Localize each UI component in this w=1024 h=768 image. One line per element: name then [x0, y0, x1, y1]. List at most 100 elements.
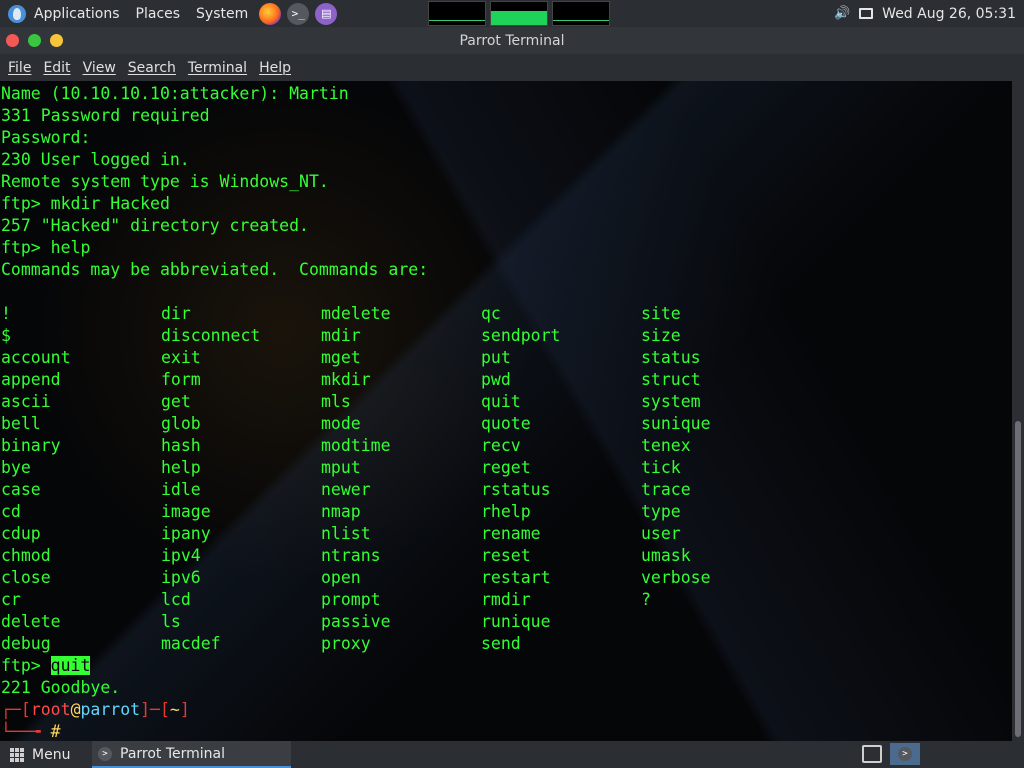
- terminal-scrollbar[interactable]: [1012, 81, 1024, 741]
- screen-icon[interactable]: [858, 7, 874, 21]
- ftp-command: send: [481, 634, 521, 653]
- window-title: Parrot Terminal: [459, 32, 565, 49]
- ftp-command: status: [641, 348, 701, 367]
- taskbar-label: Parrot Terminal: [120, 745, 226, 762]
- ftp-command: rename: [481, 524, 541, 543]
- ftp-command: umask: [641, 546, 691, 565]
- prompt-at: @: [70, 700, 81, 719]
- ftp-command: size: [641, 326, 681, 345]
- keyboard-icon[interactable]: [862, 745, 882, 763]
- menu-help[interactable]: Help: [253, 60, 297, 76]
- output-line: Remote system type is Windows_NT.: [1, 172, 329, 191]
- ftp-command: [641, 611, 801, 633]
- menu-terminal[interactable]: Terminal: [182, 60, 253, 76]
- memory-monitor-graph: [552, 1, 610, 26]
- ftp-prompt: ftp>: [1, 656, 51, 675]
- menu-edit[interactable]: Edit: [37, 60, 76, 76]
- menu-bar: File Edit View Search Terminal Help: [0, 54, 1024, 81]
- taskbar-parrot-terminal[interactable]: > Parrot Terminal: [92, 741, 291, 768]
- ftp-command: debug: [1, 634, 51, 653]
- ftp-command: lcd: [161, 590, 191, 609]
- ftp-command: rmdir: [481, 590, 531, 609]
- output-line: 257 "Hacked" directory created.: [1, 216, 309, 235]
- ftp-command: trace: [641, 480, 691, 499]
- maximize-window-button[interactable]: [50, 34, 63, 47]
- ftp-command: mget: [321, 348, 361, 367]
- ftp-command: open: [321, 568, 361, 587]
- ftp-command: ntrans: [321, 546, 381, 565]
- applications-label: Applications: [34, 5, 120, 22]
- workspace-terminal-icon[interactable]: >: [890, 743, 920, 765]
- ftp-command: modtime: [321, 436, 391, 455]
- ftp-command: bell: [1, 414, 41, 433]
- notes-icon[interactable]: ▤: [315, 2, 338, 25]
- ftp-command: delete: [1, 612, 61, 631]
- ftp-command: ipany: [161, 524, 211, 543]
- ftp-command: disconnect: [161, 326, 261, 345]
- ftp-command: append: [1, 370, 61, 389]
- ftp-command: ?: [641, 590, 651, 609]
- system-label: System: [196, 5, 249, 22]
- prompt-mid: ]─[: [140, 700, 170, 719]
- output-line: ftp> help: [1, 238, 91, 257]
- ftp-command: cr: [1, 590, 21, 609]
- ftp-command: form: [161, 370, 201, 389]
- clock[interactable]: Wed Aug 26, 05:31: [882, 6, 1016, 22]
- close-window-button[interactable]: [6, 34, 19, 47]
- goodbye-line: 221 Goodbye.: [1, 678, 121, 697]
- menu-view[interactable]: View: [77, 60, 122, 76]
- ftp-command: restart: [481, 568, 551, 587]
- system-menu[interactable]: System: [188, 0, 256, 27]
- ftp-command: put: [481, 348, 511, 367]
- workspace-terminal-glyph: >: [898, 747, 912, 761]
- ftp-command: !: [1, 304, 11, 323]
- shell-prompt-line-1: ┌─[root@parrot]─[~]: [1, 699, 801, 721]
- ftp-command: mput: [321, 458, 361, 477]
- ftp-command: sendport: [481, 326, 561, 345]
- ftp-command: macdef: [161, 634, 221, 653]
- ftp-command: chmod: [1, 546, 51, 565]
- ftp-command: ipv6: [161, 568, 201, 587]
- terminal-task-icon: >: [98, 746, 112, 761]
- selected-quit-command[interactable]: quit: [50, 656, 91, 675]
- network-monitor-graph: [490, 1, 548, 26]
- menu-search[interactable]: Search: [122, 60, 182, 76]
- ftp-command: quit: [481, 392, 521, 411]
- applications-menu[interactable]: Applications: [0, 0, 128, 27]
- prompt-open: ┌─[: [1, 700, 31, 719]
- volume-icon[interactable]: 🔊: [834, 6, 850, 21]
- ftp-command: prompt: [321, 590, 381, 609]
- minimize-window-button[interactable]: [28, 34, 41, 47]
- ftp-command: cdup: [1, 524, 41, 543]
- shell-prompt-line-2[interactable]: └──╼ #: [1, 721, 801, 741]
- menu-file[interactable]: File: [2, 60, 37, 76]
- quit-line: ftp> quit: [1, 655, 801, 677]
- output-line: ftp> mkdir Hacked: [1, 194, 170, 213]
- ftp-command: $: [1, 326, 11, 345]
- scrollbar-thumb[interactable]: [1015, 421, 1021, 737]
- top-panel: Applications Places System >_ ▤ 🔊 Wed Au…: [0, 0, 1024, 27]
- places-menu[interactable]: Places: [128, 0, 189, 27]
- ftp-command: qc: [481, 304, 501, 323]
- terminal-launcher-icon[interactable]: >_: [287, 2, 310, 25]
- ftp-command: struct: [641, 370, 701, 389]
- ftp-command: recv: [481, 436, 521, 455]
- ftp-command: bye: [1, 458, 31, 477]
- window-titlebar[interactable]: Parrot Terminal: [0, 27, 1024, 54]
- output-lines: Name (10.10.10.10:attacker): Martin 331 P…: [1, 83, 801, 303]
- menu-grid-icon[interactable]: [10, 747, 24, 762]
- ftp-command: proxy: [321, 634, 371, 653]
- output-line: Password:: [1, 128, 91, 147]
- parrot-logo-icon: [8, 4, 26, 23]
- prompt-dir: ~: [169, 700, 180, 719]
- output-line: 230 User logged in.: [1, 150, 190, 169]
- ftp-command: type: [641, 502, 681, 521]
- firefox-icon[interactable]: [259, 2, 282, 25]
- terminal-output[interactable]: Name (10.10.10.10:attacker): Martin 331 P…: [0, 81, 1012, 741]
- ftp-command: runique: [481, 612, 551, 631]
- menu-button[interactable]: Menu: [32, 747, 70, 763]
- cpu-monitor-graph: [428, 1, 486, 26]
- system-tray: 🔊 Wed Aug 26, 05:31: [834, 0, 1024, 27]
- ftp-command: hash: [161, 436, 201, 455]
